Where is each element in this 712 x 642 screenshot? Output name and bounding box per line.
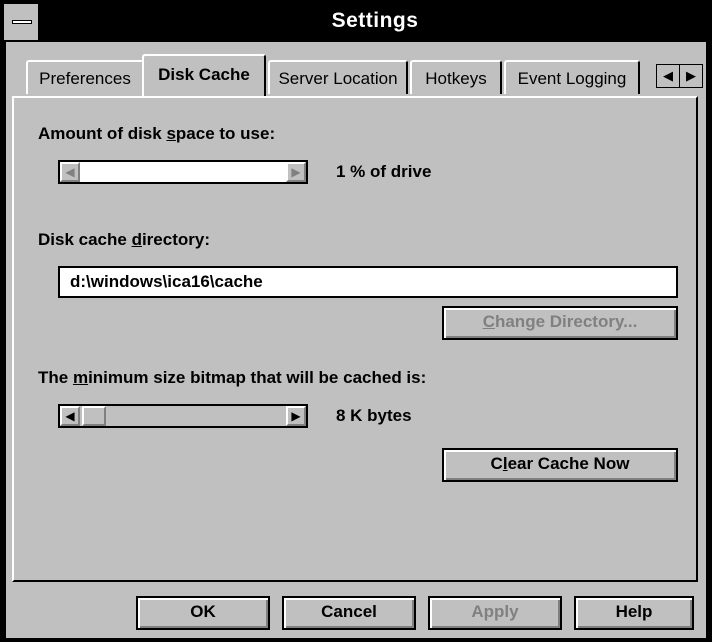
tab-scroll-left-icon[interactable]: ◀: [656, 64, 680, 88]
tab-strip: Preferences Disk Cache Server Location H…: [6, 42, 706, 98]
title-bar[interactable]: Settings: [2, 2, 710, 40]
change-directory-button[interactable]: Change Directory...: [442, 306, 678, 340]
tab-server-location[interactable]: Server Location: [268, 60, 408, 94]
ok-button[interactable]: OK: [136, 596, 270, 630]
slider-right-arrow-icon[interactable]: ▶: [286, 162, 306, 182]
min-bitmap-slider[interactable]: ◀ ▶: [58, 404, 308, 428]
disk-cache-panel: Amount of disk space to use: ◀ ▶ 1 % of …: [12, 96, 698, 582]
tab-scroll-right-icon[interactable]: ▶: [679, 64, 703, 88]
dialog-client-area: Preferences Disk Cache Server Location H…: [6, 42, 706, 638]
slider-right-arrow-icon[interactable]: ▶: [286, 406, 306, 426]
help-button[interactable]: Help: [574, 596, 694, 630]
tab-event-logging[interactable]: Event Logging: [504, 60, 640, 94]
apply-button[interactable]: Apply: [428, 596, 562, 630]
slider-left-arrow-icon[interactable]: ◀: [60, 406, 80, 426]
slider-thumb[interactable]: [82, 406, 106, 426]
settings-window: Settings Preferences Disk Cache Server L…: [0, 0, 712, 642]
cancel-button[interactable]: Cancel: [282, 596, 416, 630]
disk-space-slider[interactable]: ◀ ▶: [58, 160, 308, 184]
cache-directory-input[interactable]: d:\windows\ica16\cache: [58, 266, 678, 298]
system-menu-button[interactable]: [4, 4, 40, 40]
system-menu-icon: [12, 20, 32, 24]
min-bitmap-label: The minimum size bitmap that will be cac…: [38, 368, 427, 387]
tab-disk-cache[interactable]: Disk Cache: [142, 54, 266, 96]
slider-left-arrow-icon[interactable]: ◀: [60, 162, 80, 182]
disk-space-label: Amount of disk space to use:: [38, 124, 276, 143]
window-title: Settings: [331, 9, 419, 32]
tab-preferences[interactable]: Preferences: [26, 60, 144, 94]
clear-cache-button[interactable]: Clear Cache Now: [442, 448, 678, 482]
min-bitmap-value: 8 K bytes: [336, 406, 412, 425]
tab-hotkeys[interactable]: Hotkeys: [410, 60, 502, 94]
disk-space-value: 1 % of drive: [336, 162, 432, 181]
cache-directory-label: Disk cache directory:: [38, 230, 210, 249]
